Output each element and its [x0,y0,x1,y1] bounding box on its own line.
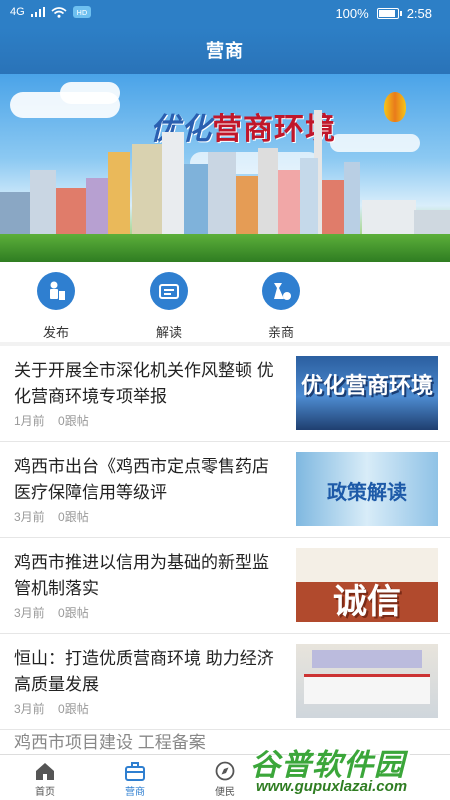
battery-percent: 100% [335,6,369,21]
thumbnail-caption: 诚信 [333,583,401,621]
news-time: 1月前 [14,414,45,428]
status-bar: 4G HD 100% 2:58 [0,0,450,28]
service-hall-counter [304,674,430,704]
news-item[interactable]: 关于开展全市深化机关作风整顿 优化营商环境专项举报 1月前 0跟帖 优化营商环境 [0,346,450,442]
briefcase-icon [124,761,146,781]
compass-icon [214,761,236,781]
quick-actions: 发布 解读 亲商 [0,262,450,342]
signal-icon [30,7,45,17]
news-replies: 0跟帖 [58,510,89,524]
quick-action-label: 亲商 [267,325,294,340]
news-item[interactable]: 鸡西市出台《鸡西市定点零售药店医疗保障信用等级评 3月前 0跟帖 政策解读 [0,442,450,538]
quick-action-label: 解读 [155,325,182,340]
news-list: 关于开展全市深化机关作风整顿 优化营商环境专项举报 1月前 0跟帖 优化营商环境… [0,346,450,770]
news-time: 3月前 [14,606,45,620]
network-label: 4G [10,6,25,18]
interpret-icon [150,272,188,310]
balloon-icon [384,92,406,122]
tab-business[interactable]: 营商 [90,755,180,800]
pro-business-icon [262,272,300,310]
news-time: 3月前 [14,510,45,524]
news-meta: 3月前 0跟帖 [14,508,99,525]
thumbnail-caption: 优化营商环境 [300,373,433,398]
news-title: 鸡西市推进以信用为基础的新型监管机制落实 [14,553,269,598]
news-title: 恒山：打造优质营商环境 助力经济高质量发展 [14,649,274,694]
news-item[interactable]: 恒山：打造优质营商环境 助力经济高质量发展 3月前 0跟帖 [0,634,450,730]
quick-action-publish[interactable]: 发布 [16,272,96,341]
service-hall-wall [312,650,422,668]
news-replies: 0跟帖 [58,414,89,428]
svg-text:HD: HD [76,9,87,17]
tab-label: 首页 [35,787,55,798]
banner[interactable]: 优化营商环境 [0,74,450,262]
clock: 2:58 [406,6,432,21]
news-thumbnail: 诚信 [296,548,438,622]
news-thumbnail: 优化营商环境 [296,356,438,430]
news-thumbnail: 政策解读 [296,452,438,526]
news-replies: 0跟帖 [58,702,89,716]
watermark-url: www.gupuxlazai.com [256,778,408,795]
news-title: 鸡西市项目建设 工程备案 [14,733,206,752]
tab-home[interactable]: 首页 [0,755,90,800]
news-meta: 3月前 0跟帖 [14,700,99,717]
grass-strip [0,234,450,262]
news-item[interactable]: 鸡西市推进以信用为基础的新型监管机制落实 3月前 0跟帖 诚信 [0,538,450,634]
quick-action-pro-business[interactable]: 亲商 [241,272,321,341]
wifi-icon [51,6,67,18]
news-thumbnail [296,644,438,718]
news-replies: 0跟帖 [58,606,89,620]
publish-icon [37,272,75,310]
watermark-logo: 谷普软件园 www.gupuxlazai.com [244,740,450,800]
page-title: 营商 [0,28,450,74]
quick-action-label: 发布 [42,325,69,340]
thumbnail-caption: 政策解读 [327,480,407,504]
hd-icon: HD [72,6,91,18]
battery-icon [376,8,402,19]
news-meta: 1月前 0跟帖 [14,412,99,429]
tab-label: 营商 [125,787,145,798]
news-title: 关于开展全市深化机关作风整顿 优化营商环境专项举报 [14,361,274,406]
news-title: 鸡西市出台《鸡西市定点零售药店医疗保障信用等级评 [14,457,269,502]
home-icon [34,761,56,781]
news-meta: 3月前 0跟帖 [14,604,99,621]
quick-action-interpret[interactable]: 解读 [129,272,209,341]
news-time: 3月前 [14,702,45,716]
